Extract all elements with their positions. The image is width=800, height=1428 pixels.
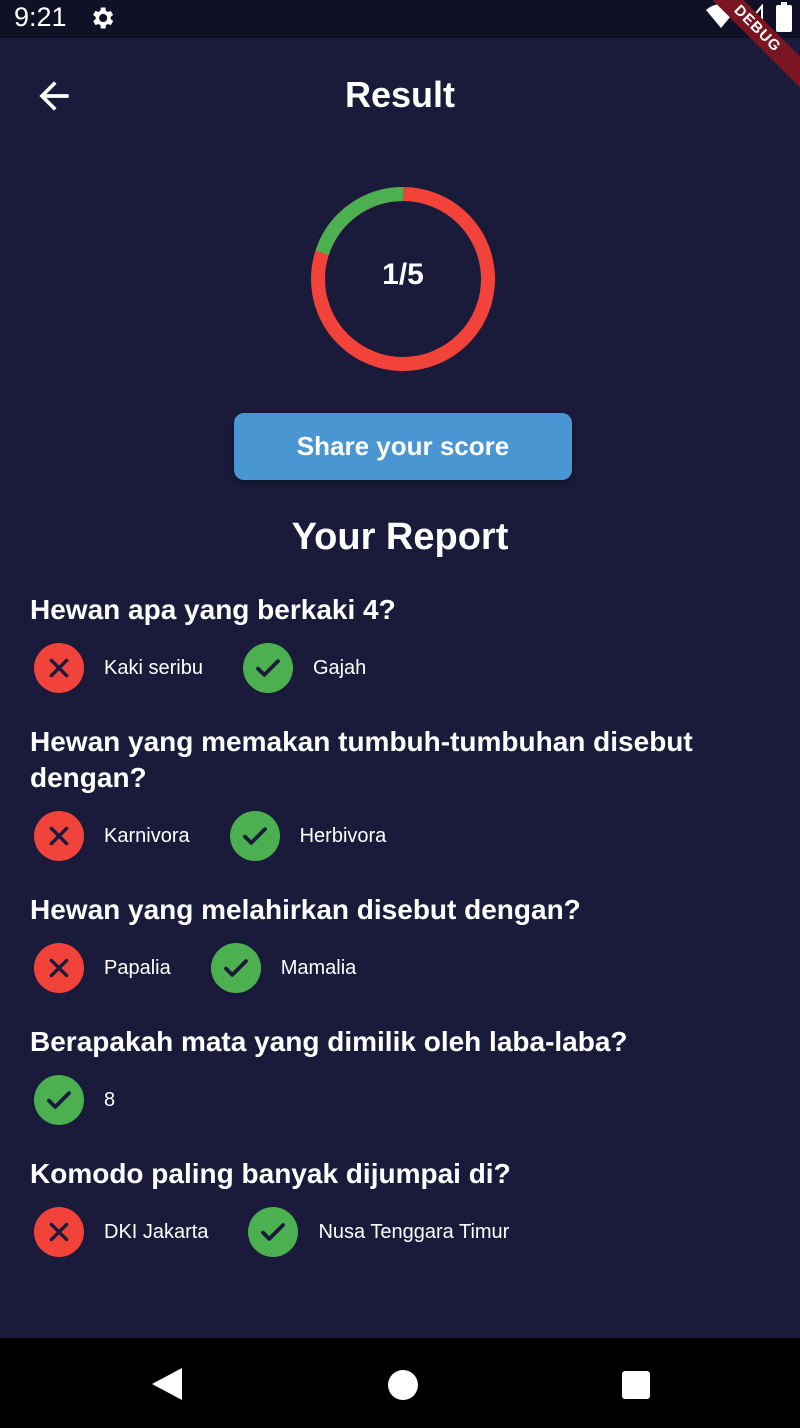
nav-back-icon[interactable] [150,1366,184,1402]
answer-row: 8 [30,1074,770,1126]
answer-label: Gajah [312,656,367,679]
x-icon [34,1207,84,1257]
status-time: 9:21 [14,2,67,32]
answer-label: Mamalia [280,956,357,979]
battery-icon [776,2,792,32]
answer-label: Nusa Tenggara Timur [318,1220,510,1243]
report-item: Komodo paling banyak dijumpai di? DKI Jak… [30,1156,770,1258]
answer-row: Papalia Mamalia [30,942,770,994]
report-item: Hewan apa yang berkaki 4? Kaki seribu Gaja… [30,592,770,694]
answer-label: Herbivora [299,824,387,847]
report-item: Berapakah mata yang dimilik oleh laba-la… [30,1024,770,1126]
status-bar: 9:21 DEBUG [0,0,800,90]
correct-answer: Nusa Tenggara Timur [244,1207,509,1257]
wrong-answer: Kaki seribu [30,643,203,693]
check-icon [242,643,293,693]
answer-row: Karnivora Herbivora [30,810,770,862]
system-nav-bar [0,1338,800,1428]
report-title: Your Report [291,516,509,558]
check-icon [34,1075,84,1125]
check-icon [229,811,280,861]
score-text: 1/5 [382,258,424,291]
settings-gear-icon [93,7,114,29]
question-text: Hewan apa yang berkaki 4? [30,594,396,625]
correct-answer: Mamalia [207,943,357,993]
answer-label: DKI Jakarta [104,1220,209,1243]
report-list: Hewan apa yang berkaki 4? Kaki seribu Gaja… [30,592,770,1288]
wrong-answer: DKI Jakarta [30,1207,208,1257]
check-icon [210,943,261,993]
nav-recents-icon[interactable] [622,1371,650,1399]
x-icon [34,811,84,861]
answer-label: Karnivora [104,824,190,847]
share-score-button[interactable]: Share your score [234,413,572,480]
check-icon [248,1207,299,1257]
question-text: Hewan yang melahirkan disebut dengan? [30,894,581,925]
result-screen: 9:21 DEBUG Result 1/5 Share your score Y… [0,0,800,1428]
question-text: Hewan yang memakan tumbuh-tumbuhan diseb… [30,726,693,793]
question-text: Berapakah mata yang dimilik oleh laba-la… [30,1026,628,1057]
report-item: Hewan yang memakan tumbuh-tumbuhan diseb… [30,724,770,862]
wrong-answer: Papalia [30,943,171,993]
correct-answer: Herbivora [226,811,387,861]
answer-label: Kaki seribu [104,656,203,679]
answer-row: DKI Jakarta Nusa Tenggara Timur [30,1206,770,1258]
question-text: Komodo paling banyak dijumpai di? [30,1158,511,1189]
answer-row: Kaki seribu Gajah [30,642,770,694]
x-icon [34,643,84,693]
correct-answer: Gajah [239,643,366,693]
wrong-answer: Karnivora [30,811,190,861]
answer-label: 8 [104,1088,116,1111]
answer-label: Papalia [104,956,171,979]
correct-answer: 8 [30,1075,115,1125]
x-icon [34,943,84,993]
report-item: Hewan yang melahirkan disebut dengan? Pap… [30,892,770,994]
nav-home-icon[interactable] [388,1370,418,1400]
page-title: Result [344,74,456,115]
